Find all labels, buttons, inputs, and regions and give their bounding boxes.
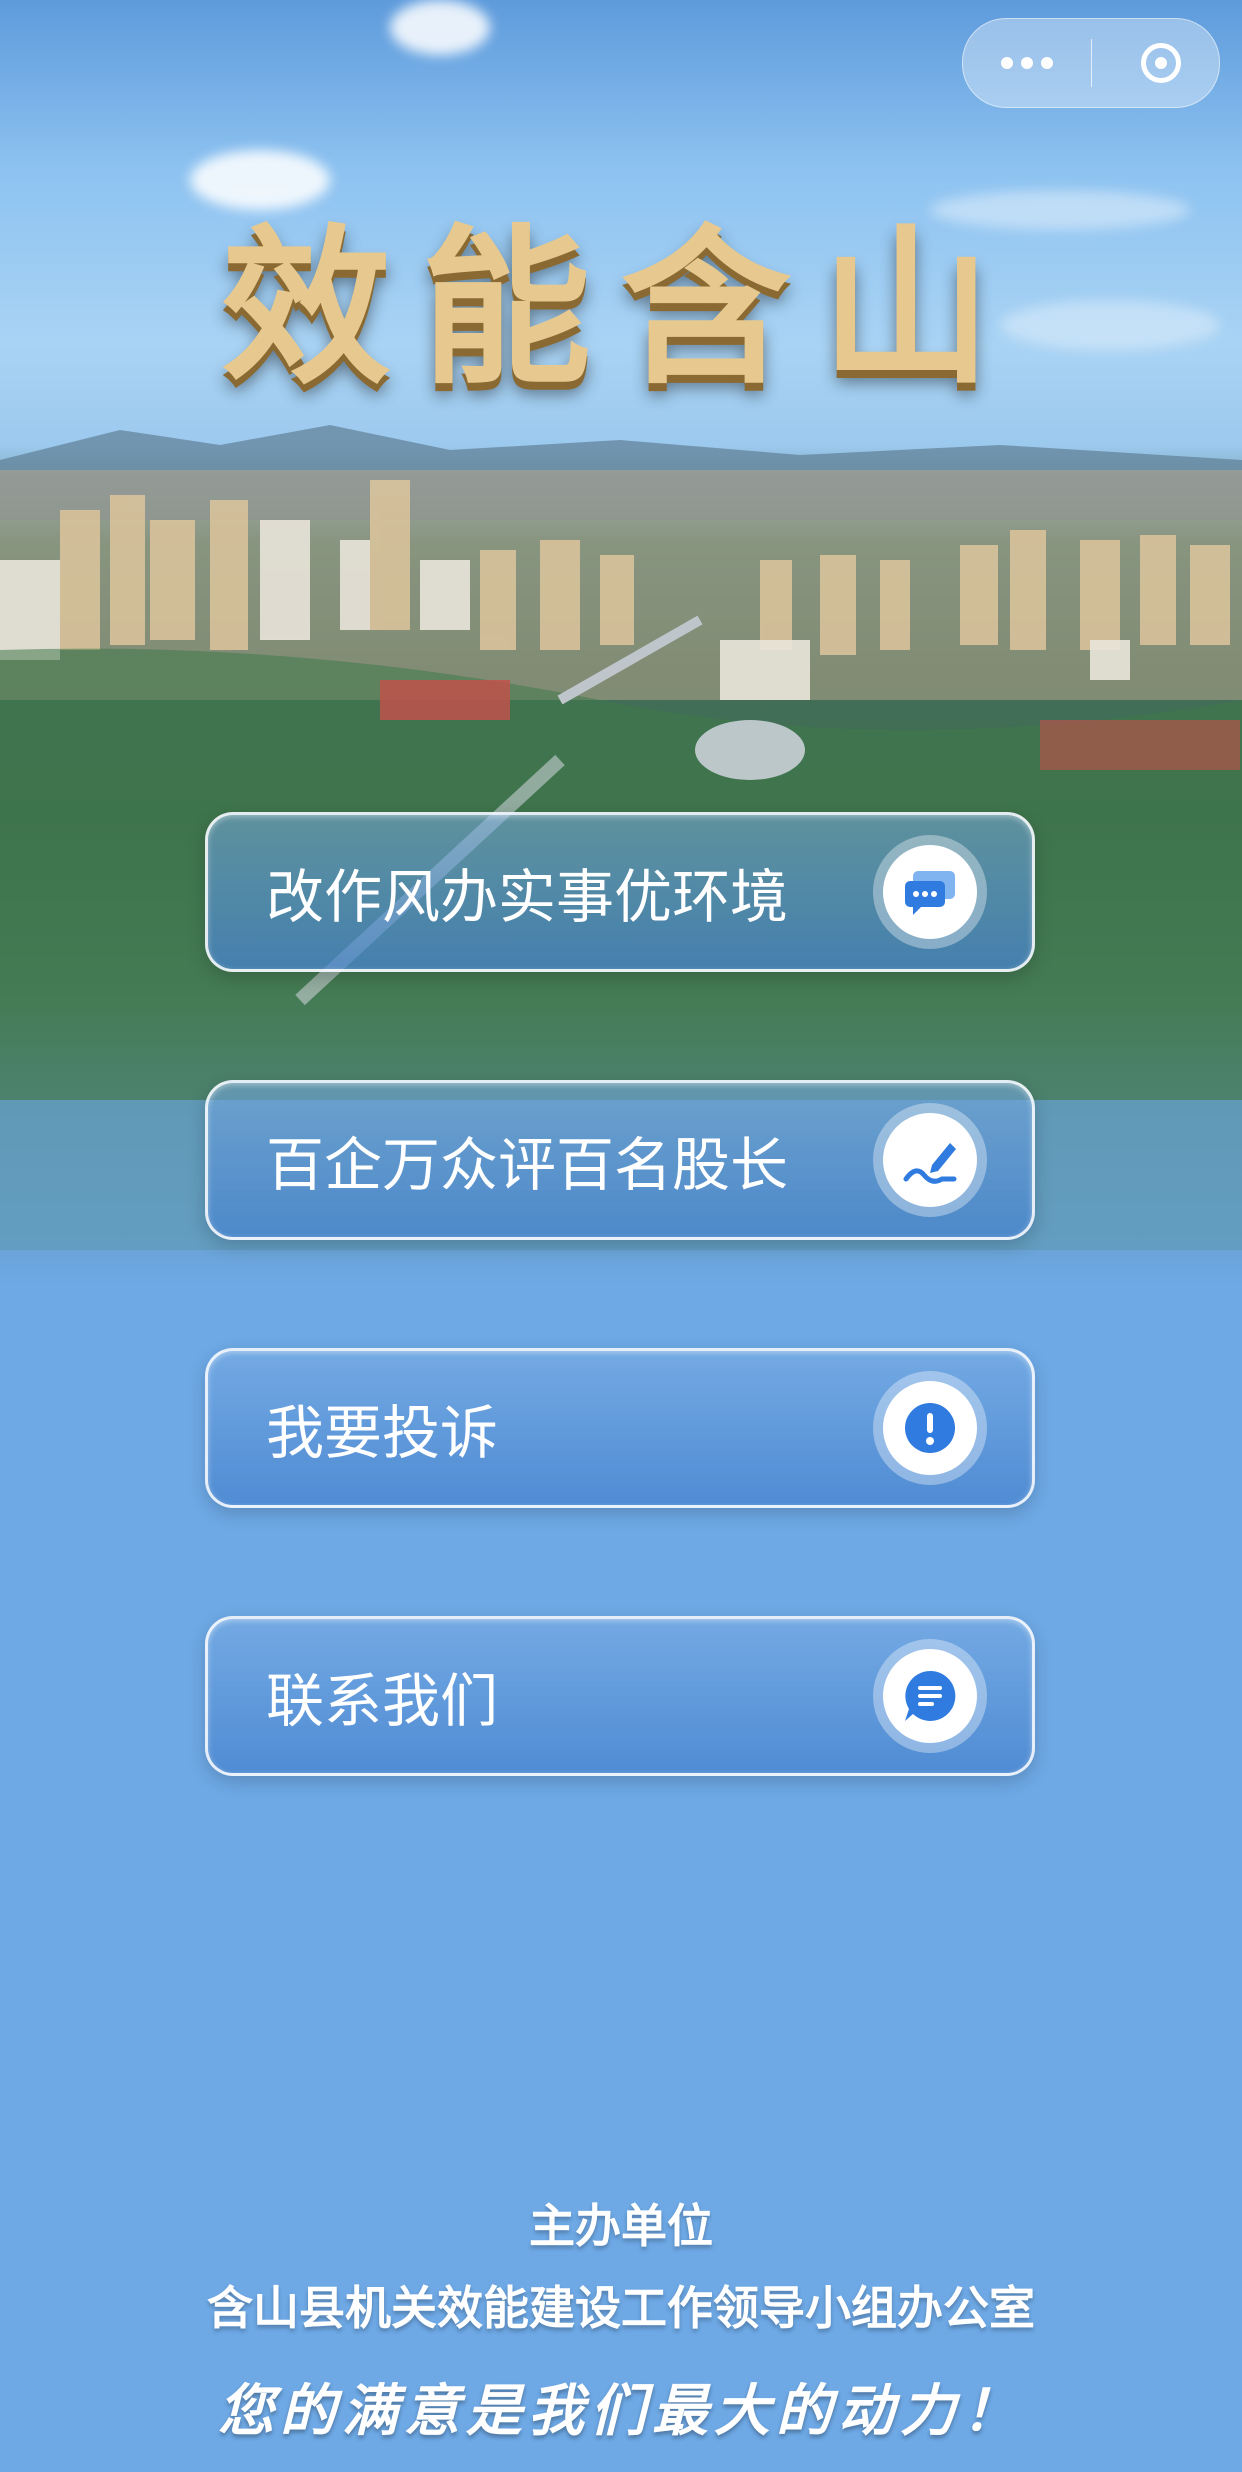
menu-button-contact-us[interactable]: 联系我们 [205,1616,1035,1776]
organizer-label: 主办单位 [529,2199,713,2253]
close-target-icon[interactable] [1141,43,1181,83]
menu-button-label: 改作风办实事优环境 [266,863,789,931]
menu-button-label: 联系我们 [266,1667,499,1735]
menu-button-complaint[interactable]: 我要投诉 [205,1348,1035,1508]
slogan: 您的满意是我们最大的动力！ [218,2378,1024,2444]
menu-button-evaluate-chiefs[interactable]: 百企万众评百名股长 [205,1080,1035,1240]
mini-program-capsule [962,18,1220,108]
chat-bubbles-icon [883,845,977,939]
app-title: 效能含山 [220,208,1021,408]
organizer-name: 含山县机关效能建设工作领导小组办公室 [207,2281,1035,2335]
message-icon [883,1649,977,1743]
menu-button-improve-style[interactable]: 改作风办实事优环境 [205,812,1035,972]
menu-button-label: 我要投诉 [266,1399,499,1467]
pen-sign-icon [883,1113,977,1207]
capsule-divider [1091,39,1092,87]
more-menu-icon[interactable] [963,19,1091,107]
exclamation-icon [883,1381,977,1475]
menu-button-label: 百企万众评百名股长 [266,1131,789,1199]
